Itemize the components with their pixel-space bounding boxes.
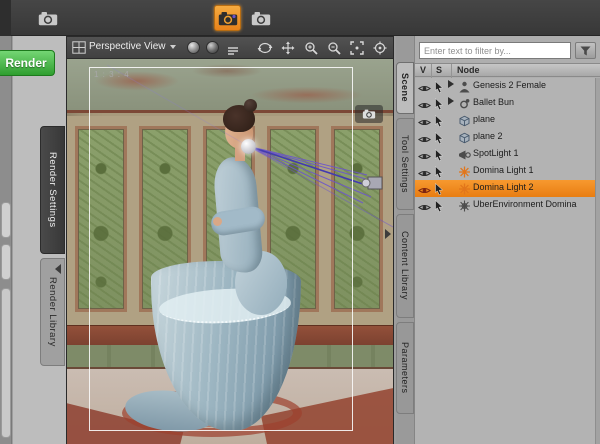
left-edge-panel xyxy=(0,36,12,444)
toolbar-corner xyxy=(0,0,11,36)
daz-studio-window: Render Render Settings Render Library Pe… xyxy=(0,0,600,444)
scene-node-row[interactable]: Genesis 2 Female xyxy=(415,78,600,95)
expand-arrow-icon[interactable] xyxy=(448,97,454,105)
orbit-tool-icon[interactable] xyxy=(255,39,275,57)
scene-node-row-selected[interactable]: Domina Light 2 xyxy=(415,180,600,197)
scene-node-row[interactable]: SpotLight 1 xyxy=(415,146,600,163)
camera-icon xyxy=(251,11,270,25)
chevron-down-icon xyxy=(169,44,176,49)
node-label: Domina Light 1 xyxy=(473,165,534,175)
left-scroll-thumb[interactable] xyxy=(1,202,11,238)
view-selector-label: Perspective View xyxy=(89,41,166,52)
tab-tool-settings[interactable]: Tool Settings xyxy=(396,118,414,210)
drawstyle-sphere-icon[interactable] xyxy=(187,41,200,54)
scene-node-row[interactable]: Domina Light 1 xyxy=(415,163,600,180)
viewport-header: Perspective View xyxy=(67,37,393,59)
scene-tree-header: V S Node xyxy=(415,63,600,78)
render-button[interactable]: Render xyxy=(0,50,55,76)
camera-icon xyxy=(362,109,376,119)
tab-label: Parameters xyxy=(400,342,410,394)
node-label: Ballet Bun xyxy=(473,97,515,107)
top-toolbar xyxy=(0,0,600,36)
aim-tool-icon[interactable] xyxy=(370,39,390,57)
frame-tool-icon[interactable] xyxy=(347,39,367,57)
viewport-tools xyxy=(255,39,390,57)
selectable-cursor-icon[interactable] xyxy=(434,199,444,217)
tab-parameters[interactable]: Parameters xyxy=(396,322,414,414)
view-selector[interactable]: Perspective View xyxy=(89,41,176,52)
tab-scene[interactable]: Scene xyxy=(396,62,414,114)
viewport: Perspective View 1: 3: 4 xyxy=(66,36,394,444)
right-dock-tabs: Scene Tool Settings Content Library Para… xyxy=(396,36,414,444)
tab-render-library[interactable]: Render Library xyxy=(40,258,65,366)
node-label: Domina Light 2 xyxy=(473,182,534,192)
node-label: Genesis 2 Female xyxy=(473,80,547,90)
left-scroll-track[interactable] xyxy=(1,288,11,438)
tab-render-settings[interactable]: Render Settings xyxy=(40,126,65,254)
filter-input[interactable] xyxy=(419,42,571,59)
magnify-tool-icon[interactable] xyxy=(324,39,344,57)
scene-tree-scrollbar[interactable] xyxy=(595,78,600,444)
node-label: plane 2 xyxy=(473,131,503,141)
camera-view-overlay-icon[interactable] xyxy=(355,105,383,123)
collapse-left-pane-arrow[interactable] xyxy=(55,264,61,274)
expand-arrow-icon[interactable] xyxy=(448,80,454,88)
tab-label: Scene xyxy=(400,73,410,103)
figure-ballet-bun xyxy=(244,99,257,112)
camera-toolbar-button-2[interactable] xyxy=(247,5,274,31)
scene-node-row[interactable]: UberEnvironment Domina xyxy=(415,197,600,214)
tab-label: Content Library xyxy=(400,231,410,301)
filter-options-button[interactable] xyxy=(575,42,596,59)
scene-panel: V S Node Genesis 2 Female Ballet Bun xyxy=(414,36,600,444)
viewport-pane-layout-icon[interactable] xyxy=(72,41,86,59)
tab-label: Render Settings xyxy=(47,152,58,228)
scene-node-row[interactable]: Ballet Bun xyxy=(415,95,600,112)
tab-label: Render Library xyxy=(47,277,58,347)
tab-label: Tool Settings xyxy=(400,134,410,194)
render-camera-icon xyxy=(218,11,237,25)
left-dock: Render Render Settings Render Library xyxy=(0,36,66,444)
render-button-label: Render xyxy=(5,56,47,70)
scene-tree: Genesis 2 Female Ballet Bun plane plane … xyxy=(415,78,600,444)
light-gizmo-sphere[interactable] xyxy=(241,139,256,154)
left-scroll-thumb[interactable] xyxy=(1,244,11,280)
expand-right-pane-arrow[interactable] xyxy=(385,229,391,239)
node-label: UberEnvironment Domina xyxy=(473,199,577,209)
column-node: Node xyxy=(457,65,480,75)
pan-tool-icon[interactable] xyxy=(278,39,298,57)
environment-node-icon xyxy=(458,199,471,217)
tab-content-library[interactable]: Content Library xyxy=(396,214,414,318)
render-toolbar-button[interactable] xyxy=(214,5,241,31)
column-selectable: S xyxy=(436,65,443,75)
figure-genesis2-female[interactable] xyxy=(67,59,393,444)
scene-node-row[interactable]: plane xyxy=(415,112,600,129)
scene-node-row[interactable]: plane 2 xyxy=(415,129,600,146)
3d-scene-canvas[interactable]: 1 : 3 : 4 xyxy=(67,59,393,444)
node-label: plane xyxy=(473,114,496,124)
visibility-eye-icon[interactable] xyxy=(418,199,431,217)
column-visibility: V xyxy=(420,65,427,75)
figure-hand xyxy=(213,217,222,226)
camera-icon xyxy=(38,11,57,25)
dolly-zoom-tool-icon[interactable] xyxy=(301,39,321,57)
funnel-icon xyxy=(580,46,591,55)
node-label: SpotLight 1 xyxy=(473,148,519,158)
drawstyle-sphere2-icon[interactable] xyxy=(206,41,219,54)
aspect-ratio-label: 1 : 3 : 4 xyxy=(94,70,130,79)
camera-toolbar-button[interactable] xyxy=(34,5,61,31)
